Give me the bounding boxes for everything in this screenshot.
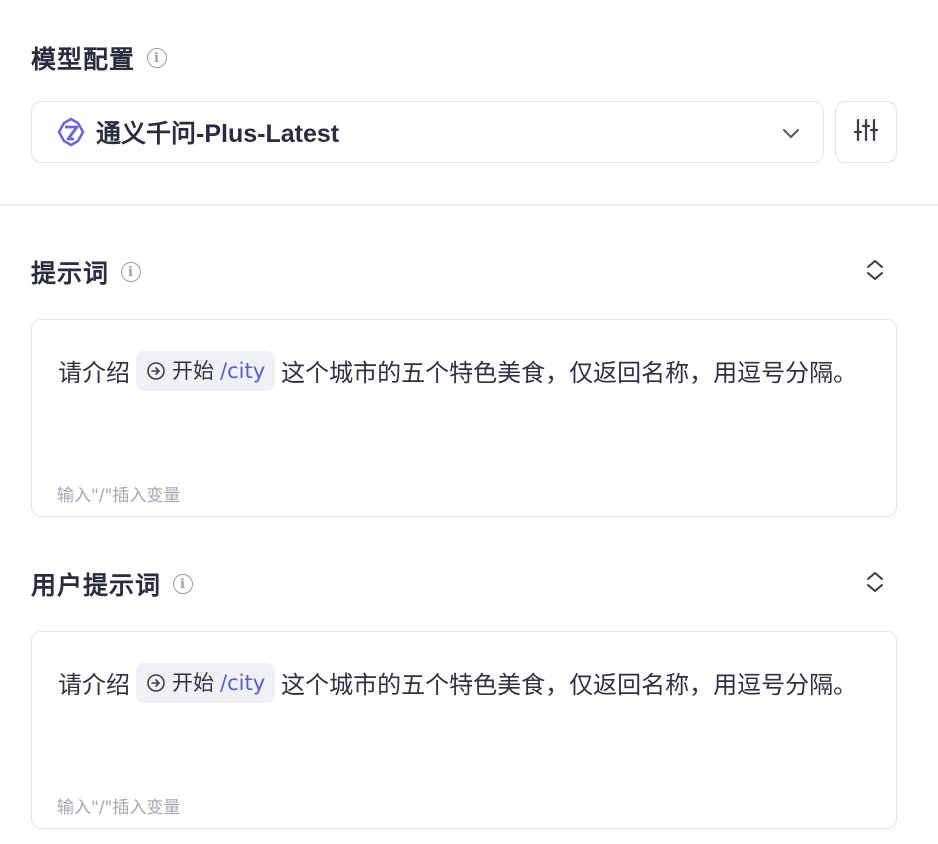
model-select[interactable]: 通义千问-Plus-Latest <box>31 101 824 163</box>
model-settings-button[interactable] <box>835 101 897 163</box>
insert-variable-hint: 输入"/"插入变量 <box>57 798 181 818</box>
variable-chip[interactable]: 开始/city <box>136 663 276 703</box>
prompt-editor[interactable]: 请介绍 开始/city 这个城市的五个特色美食，仅返回名称，用逗号分隔。 输入"/"… <box>31 319 897 517</box>
chevron-down-icon <box>781 123 801 147</box>
info-icon[interactable]: i <box>173 574 194 594</box>
user-prompt-text-before: 请介绍 <box>58 671 130 699</box>
prompt-header: 提示词 i <box>31 254 142 290</box>
prompt-title: 提示词 <box>31 259 110 288</box>
variable-ref-icon <box>147 674 165 692</box>
qwen-logo-icon <box>56 117 86 147</box>
insert-variable-hint: 输入"/"插入变量 <box>57 486 181 506</box>
model-name: 通义千问-Plus-Latest <box>96 120 340 148</box>
expand-collapse-icon[interactable] <box>864 570 886 594</box>
prompt-text-before: 请介绍 <box>58 359 130 387</box>
prompt-content[interactable]: 请介绍 开始/city 这个城市的五个特色美食，仅返回名称，用逗号分隔。 <box>58 344 878 402</box>
model-config-title: 模型配置 <box>31 45 136 74</box>
user-prompt-header: 用户提示词 i <box>31 566 194 602</box>
user-prompt-content[interactable]: 请介绍 开始/city 这个城市的五个特色美食，仅返回名称，用逗号分隔。 <box>58 656 878 714</box>
prompt-text-after: 这个城市的五个特色美食，仅返回名称，用逗号分隔。 <box>281 359 858 387</box>
sliders-icon <box>853 117 879 147</box>
info-icon[interactable]: i <box>147 48 168 68</box>
user-prompt-text-after: 这个城市的五个特色美食，仅返回名称，用逗号分隔。 <box>281 671 858 699</box>
variable-ref-icon <box>147 362 165 380</box>
variable-path: /city <box>220 671 266 695</box>
variable-source: 开始 <box>172 359 214 383</box>
variable-path: /city <box>220 359 266 383</box>
user-prompt-editor[interactable]: 请介绍 开始/city 这个城市的五个特色美食，仅返回名称，用逗号分隔。 输入"/"… <box>31 631 897 829</box>
model-config-header: 模型配置 i <box>31 40 168 76</box>
section-divider <box>0 204 938 206</box>
variable-source: 开始 <box>172 671 214 695</box>
variable-chip[interactable]: 开始/city <box>136 351 276 391</box>
user-prompt-title: 用户提示词 <box>31 571 162 600</box>
expand-collapse-icon[interactable] <box>864 258 886 282</box>
info-icon[interactable]: i <box>121 262 142 282</box>
